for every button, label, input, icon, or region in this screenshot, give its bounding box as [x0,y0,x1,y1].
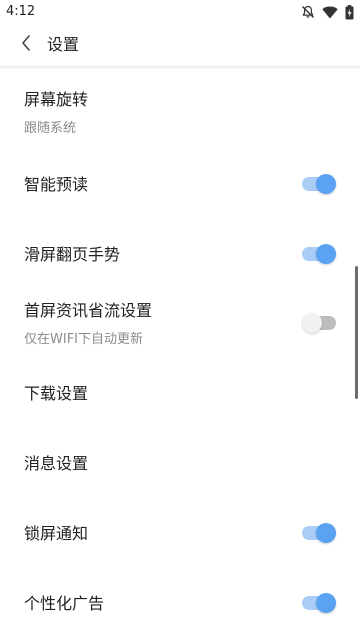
setting-label: 屏幕旋转 [24,90,89,109]
setting-label: 首屏资讯省流设置 [24,301,153,320]
personalized-ads-toggle[interactable] [302,592,336,614]
status-bar: 4:12 [0,0,360,24]
setting-data-saving[interactable]: 首屏资讯省流设置 仅在WIFI下自动更新 [0,295,360,355]
swipe-gesture-toggle[interactable] [302,243,336,265]
toggle-knob [316,523,336,543]
setting-swipe-gesture[interactable]: 滑屏翻页手势 [0,225,360,281]
page-title: 设置 [47,35,80,54]
setting-personalized-ads[interactable]: 个性化广告 [0,573,360,629]
setting-screen-rotation[interactable]: 屏幕旋转 跟随系统 [0,67,360,136]
data-saving-toggle[interactable] [302,312,336,334]
battery-charging-icon [345,4,354,20]
status-time: 4:12 [6,4,36,19]
setting-label: 智能预读 [24,175,89,194]
status-icons [301,4,354,20]
toggle-knob [302,313,322,333]
back-button[interactable] [14,32,38,58]
setting-label: 下载设置 [24,384,89,403]
setting-label: 锁屏通知 [24,524,89,543]
setting-label: 消息设置 [24,454,89,473]
chevron-left-icon [20,34,32,56]
scrollbar[interactable] [355,266,358,399]
toggle-knob [316,593,336,613]
setting-label: 滑屏翻页手势 [24,245,121,264]
setting-download[interactable]: 下载设置 [0,363,360,419]
wifi-icon [322,6,338,19]
setting-lockscreen-notification[interactable]: 锁屏通知 [0,503,360,559]
setting-sublabel: 跟随系统 [24,121,77,136]
notifications-off-icon [301,5,315,19]
setting-sublabel: 仅在WIFI下自动更新 [24,332,143,347]
app-bar: 设置 [0,24,360,67]
toggle-knob [316,174,336,194]
smart-preload-toggle[interactable] [302,173,336,195]
setting-smart-preload[interactable]: 智能预读 [0,155,360,211]
lockscreen-notification-toggle[interactable] [302,522,336,544]
settings-screen: 4:12 设置 屏幕旋转 跟随系统 智能预读 滑屏翻页手势 首屏资讯省流设置 仅… [0,0,360,640]
setting-label: 个性化广告 [24,594,105,613]
toggle-knob [316,244,336,264]
setting-messages[interactable]: 消息设置 [0,433,360,489]
